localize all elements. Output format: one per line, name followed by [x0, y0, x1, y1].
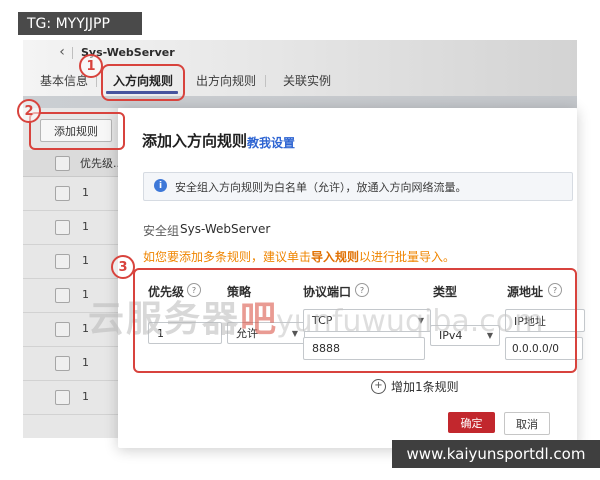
policy-select[interactable]: 允许 ▼ — [227, 322, 305, 344]
table-row[interactable]: 1 — [23, 210, 118, 245]
table-row[interactable]: 1 — [23, 346, 118, 381]
info-icon: i — [154, 179, 167, 192]
import-rules-link[interactable]: 导入规则 — [311, 250, 359, 264]
priority-cell: 1 — [82, 254, 89, 267]
row-checkbox[interactable] — [55, 390, 70, 405]
tab-basic-info[interactable]: 基本信息 — [40, 72, 88, 89]
plus-circle-icon[interactable]: + — [371, 379, 386, 394]
chevron-down-icon: ▼ — [486, 331, 493, 340]
priority-column-header: 优先级... — [80, 157, 124, 170]
tab-outbound-rules[interactable]: 出方向规则 — [196, 72, 256, 89]
protocol-select[interactable]: TCP ▼ — [303, 309, 431, 332]
protocol-port-label: 协议端口 — [303, 285, 352, 299]
select-all-checkbox[interactable] — [55, 156, 70, 171]
table-row[interactable]: 1 — [23, 312, 118, 347]
priority-label: 优先级 — [148, 285, 185, 299]
source-mode-select[interactable]: IP地址 — [505, 309, 585, 332]
add-rule-button[interactable]: 添加规则 — [40, 119, 112, 142]
tg-contact-banner: TG: MYYJJPP — [18, 12, 142, 35]
protocol-help-icon[interactable]: ? — [355, 283, 369, 297]
type-select[interactable]: IPv4 ▼ — [430, 325, 500, 346]
protocol-select-value: TCP — [312, 314, 333, 327]
row-checkbox[interactable] — [55, 356, 70, 371]
priority-cell: 1 — [82, 186, 89, 199]
priority-cell: 1 — [82, 220, 89, 233]
batch-import-tip: 如您要添加多条规则，建议单击导入规则以进行批量导入。 — [143, 248, 455, 265]
row-checkbox[interactable] — [55, 288, 70, 303]
priority-cell: 1 — [82, 322, 89, 335]
tab-divider — [265, 75, 266, 87]
tip-prefix: 如您要添加多条规则，建议单击 — [143, 250, 312, 264]
priority-input[interactable]: 1 — [148, 322, 222, 344]
breadcrumb-divider — [72, 47, 73, 59]
breadcrumb: Sys-WebServer — [81, 46, 175, 59]
row-checkbox[interactable] — [55, 322, 70, 337]
security-group-value: Sys-WebServer — [180, 222, 271, 236]
dialog-title: 添加入方向规则 — [142, 132, 248, 150]
policy-select-value: 允许 — [236, 327, 258, 340]
confirm-button[interactable]: 确定 — [448, 412, 495, 433]
chevron-down-icon: ▼ — [291, 328, 298, 338]
tab-inbound-rules[interactable]: 入方向规则 — [113, 72, 173, 89]
tab-divider — [96, 75, 97, 87]
security-group-label: 安全组 — [143, 224, 180, 238]
tip-suffix: 以进行批量导入。 — [359, 250, 456, 264]
site-url-banner: www.kaiyunsportdl.com — [392, 440, 600, 468]
info-banner-text: 安全组入方向规则为白名单（允许），放通入方向网络流量。 — [175, 181, 467, 194]
priority-cell: 1 — [82, 356, 89, 369]
teach-me-link[interactable]: 教我设置 — [247, 134, 295, 151]
add-inbound-rule-dialog — [118, 108, 577, 448]
table-row[interactable]: 1 — [23, 380, 118, 415]
active-tab-underline — [106, 91, 178, 94]
row-checkbox[interactable] — [55, 254, 70, 269]
type-label: 类型 — [433, 285, 458, 299]
priority-cell: 1 — [82, 288, 89, 301]
table-row[interactable]: 1 — [23, 176, 118, 211]
priority-cell: 1 — [82, 390, 89, 403]
source-address-input[interactable]: 0.0.0.0/0 — [505, 337, 583, 360]
policy-label: 策略 — [227, 285, 252, 299]
toolbar-backdrop — [23, 96, 577, 108]
source-help-icon[interactable]: ? — [548, 283, 562, 297]
type-select-value: IPv4 — [439, 329, 463, 342]
cancel-button[interactable]: 取消 — [504, 412, 550, 435]
tab-related-instances[interactable]: 关联实例 — [283, 72, 331, 89]
table-row[interactable]: 1 — [23, 278, 118, 313]
table-row[interactable]: 1 — [23, 244, 118, 279]
row-checkbox[interactable] — [55, 186, 70, 201]
port-input[interactable]: 8888 — [303, 337, 425, 360]
add-one-rule-link[interactable]: 增加1条规则 — [391, 378, 459, 395]
back-icon[interactable]: ‹ — [55, 44, 69, 60]
source-label: 源地址 — [507, 285, 544, 299]
priority-help-icon[interactable]: ? — [187, 283, 201, 297]
row-checkbox[interactable] — [55, 220, 70, 235]
chevron-down-icon: ▼ — [417, 316, 424, 325]
